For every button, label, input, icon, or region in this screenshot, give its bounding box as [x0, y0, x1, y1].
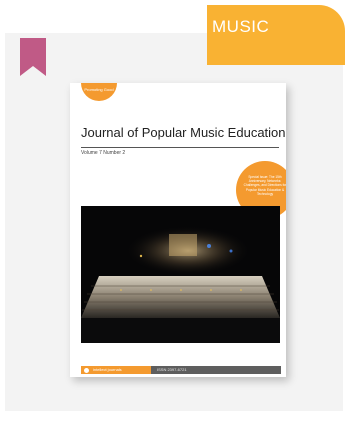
publisher-label: intellect journals — [81, 366, 151, 374]
cover-badge-text: Promoting Good — [84, 87, 114, 92]
title-divider — [81, 147, 279, 148]
journal-cover-image[interactable]: Promoting Good Journal of Popular Music … — [70, 83, 286, 377]
cover-badge: Promoting Good — [81, 83, 117, 101]
publisher-name: intellect journals — [93, 367, 122, 372]
issn-text: ISSN 2397-6721 — [157, 367, 187, 372]
bookmark-icon[interactable] — [20, 38, 46, 76]
category-tab[interactable]: MUSIC — [207, 5, 345, 65]
publisher-logo-icon — [84, 367, 89, 373]
cover-footer-bar: intellect journals ISSN 2397-6721 — [81, 366, 281, 374]
issue-number: Volume 7 Number 2 — [81, 150, 126, 156]
mixing-console-photo — [81, 206, 280, 343]
special-issue-text: Special Issue: The 15th Anniversary, Net… — [243, 175, 286, 196]
journal-title: Journal of Popular Music Education — [81, 125, 286, 140]
category-label: MUSIC — [212, 17, 270, 36]
